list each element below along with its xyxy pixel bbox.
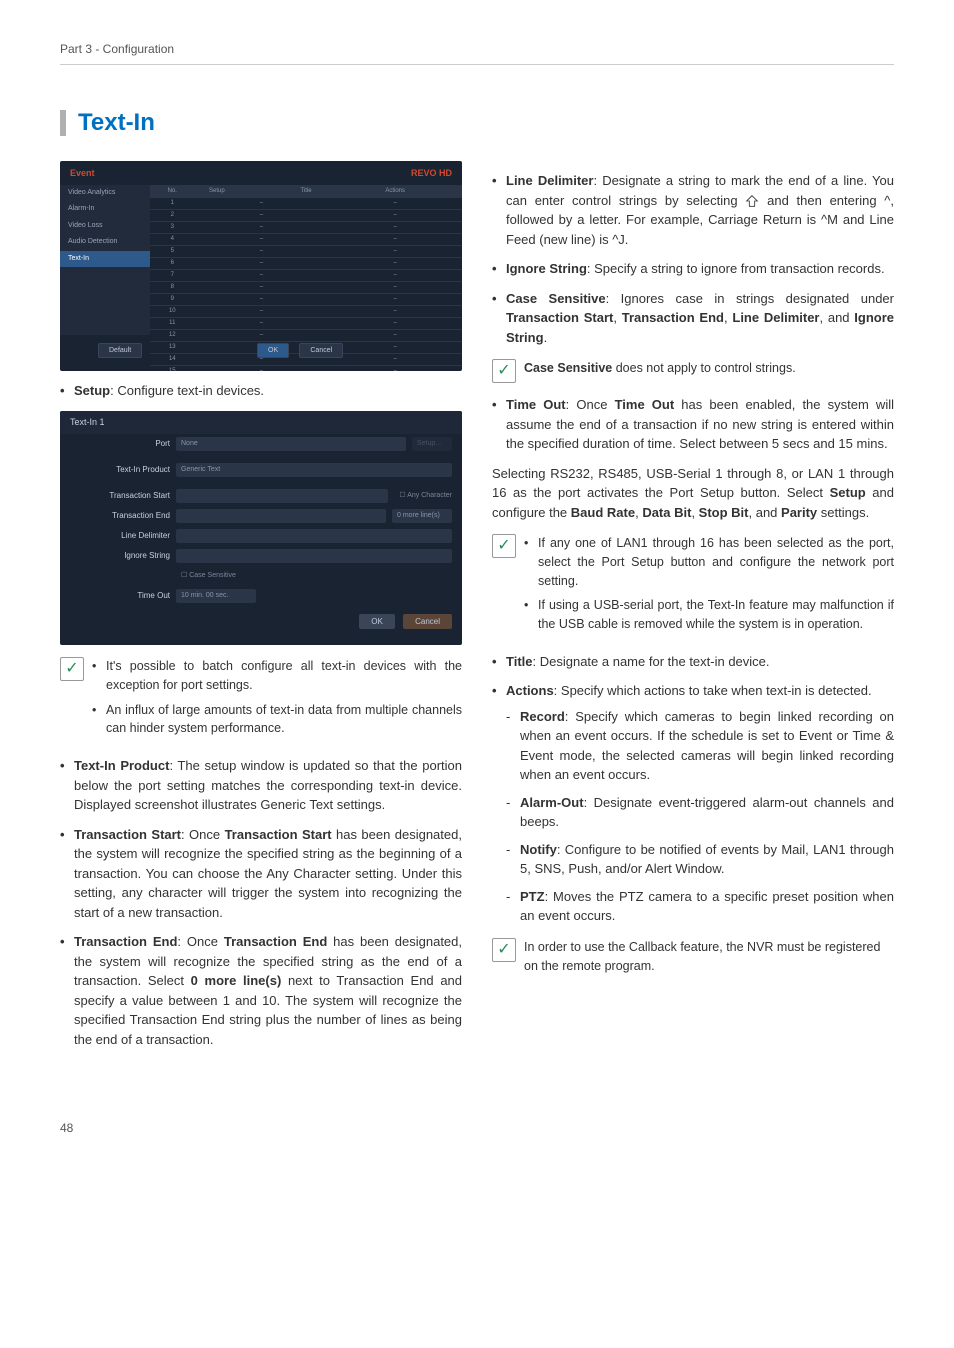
- note-item: If any one of LAN1 through 16 has been s…: [524, 534, 894, 590]
- note-case-sensitive: ✓ Case Sensitive does not apply to contr…: [492, 359, 894, 383]
- event-setup-screenshot: Event REVO HD Video AnalyticsAlarm-InVid…: [60, 161, 462, 371]
- check-icon: ✓: [492, 359, 516, 383]
- event-label: Event: [70, 167, 95, 181]
- dialog-title: Text-In 1: [60, 411, 462, 435]
- ldelim-input[interactable]: [176, 529, 452, 543]
- ignore-string-desc: Ignore String: Specify a string to ignor…: [492, 259, 894, 279]
- textin-product-desc: Text-In Product: The setup window is upd…: [60, 756, 462, 815]
- port-select-desc: Selecting RS232, RS485, USB-Serial 1 thr…: [492, 464, 894, 523]
- note-item: An influx of large amounts of text-in da…: [92, 701, 462, 739]
- transaction-start-desc: Transaction Start: Once Transaction Star…: [60, 825, 462, 923]
- line-delimiter-desc: Line Delimiter: Designate a string to ma…: [492, 171, 894, 249]
- tend-label: Transaction End: [70, 510, 170, 522]
- ldelim-label: Line Delimiter: [70, 530, 170, 542]
- note-batch-config: ✓ It's possible to batch configure all t…: [60, 657, 462, 744]
- title-desc: Title: Designate a name for the text-in …: [492, 652, 894, 672]
- default-button[interactable]: Default: [98, 343, 142, 358]
- transaction-end-desc: Transaction End: Once Transaction End ha…: [60, 932, 462, 1049]
- setup-intro: Setup: Configure text-in devices.: [60, 381, 462, 401]
- more-lines-select[interactable]: 0 more line(s): [392, 509, 452, 523]
- timeout-label: Time Out: [70, 590, 170, 602]
- ignore-input[interactable]: [176, 549, 452, 563]
- timeout-select[interactable]: 10 min. 00 sec.: [176, 589, 256, 603]
- dialog-cancel-button[interactable]: Cancel: [403, 614, 452, 629]
- ignore-label: Ignore String: [70, 550, 170, 562]
- ok-button[interactable]: OK: [257, 343, 289, 358]
- product-label: Text-In Product: [70, 464, 170, 476]
- case-sensitive-desc: Case Sensitive: Ignores case in strings …: [492, 289, 894, 348]
- ptz-desc: PTZ: Moves the PTZ camera to a specific …: [506, 887, 894, 926]
- breadcrumb: Part 3 - Configuration: [60, 40, 894, 65]
- left-column: Event REVO HD Video AnalyticsAlarm-InVid…: [60, 161, 462, 1059]
- product-select[interactable]: Generic Text: [176, 463, 452, 477]
- case-sensitive-check[interactable]: ☐ Case Sensitive: [181, 571, 236, 582]
- tstart-input[interactable]: [176, 489, 388, 503]
- actions-desc: Actions: Specify which actions to take w…: [492, 681, 894, 926]
- shift-key-icon: [745, 195, 759, 207]
- event-table: No.SetupTitleActions 1––2––3––4––5––6––7…: [150, 185, 462, 335]
- event-sidebar: Video AnalyticsAlarm-InVideo LossAudio D…: [60, 185, 150, 335]
- note-item: If using a USB-serial port, the Text-In …: [524, 596, 894, 634]
- tstart-label: Transaction Start: [70, 490, 170, 502]
- tend-input[interactable]: [176, 509, 386, 523]
- page-title: Text-In: [78, 105, 155, 141]
- check-icon: ✓: [492, 938, 516, 962]
- timeout-desc: Time Out: Once Time Out has been enabled…: [492, 395, 894, 454]
- check-icon: ✓: [60, 657, 84, 681]
- dialog-ok-button[interactable]: OK: [359, 614, 395, 629]
- heading-accent-bar: [60, 110, 66, 136]
- brand-logo: REVO HD: [411, 167, 452, 181]
- port-label: Port: [70, 438, 170, 450]
- alarmout-desc: Alarm-Out: Designate event-triggered ala…: [506, 793, 894, 832]
- note-item: It's possible to batch configure all tex…: [92, 657, 462, 695]
- note-callback: ✓ In order to use the Callback feature, …: [492, 938, 894, 976]
- check-icon: ✓: [492, 534, 516, 558]
- right-column: Line Delimiter: Designate a string to ma…: [492, 161, 894, 1059]
- record-desc: Record: Specify which cameras to begin l…: [506, 707, 894, 785]
- section-heading: Text-In: [60, 105, 894, 141]
- any-char-check[interactable]: ☐ Any Character: [399, 491, 452, 502]
- textin-dialog-screenshot: Text-In 1 Port None Setup... Text-In Pro…: [60, 411, 462, 646]
- cancel-button[interactable]: Cancel: [299, 343, 343, 358]
- port-select[interactable]: None: [176, 437, 406, 451]
- port-setup-button[interactable]: Setup...: [412, 437, 452, 451]
- page-number: 48: [60, 1119, 894, 1137]
- note-lan-usb: ✓ If any one of LAN1 through 16 has been…: [492, 534, 894, 640]
- notify-desc: Notify: Configure to be notified of even…: [506, 840, 894, 879]
